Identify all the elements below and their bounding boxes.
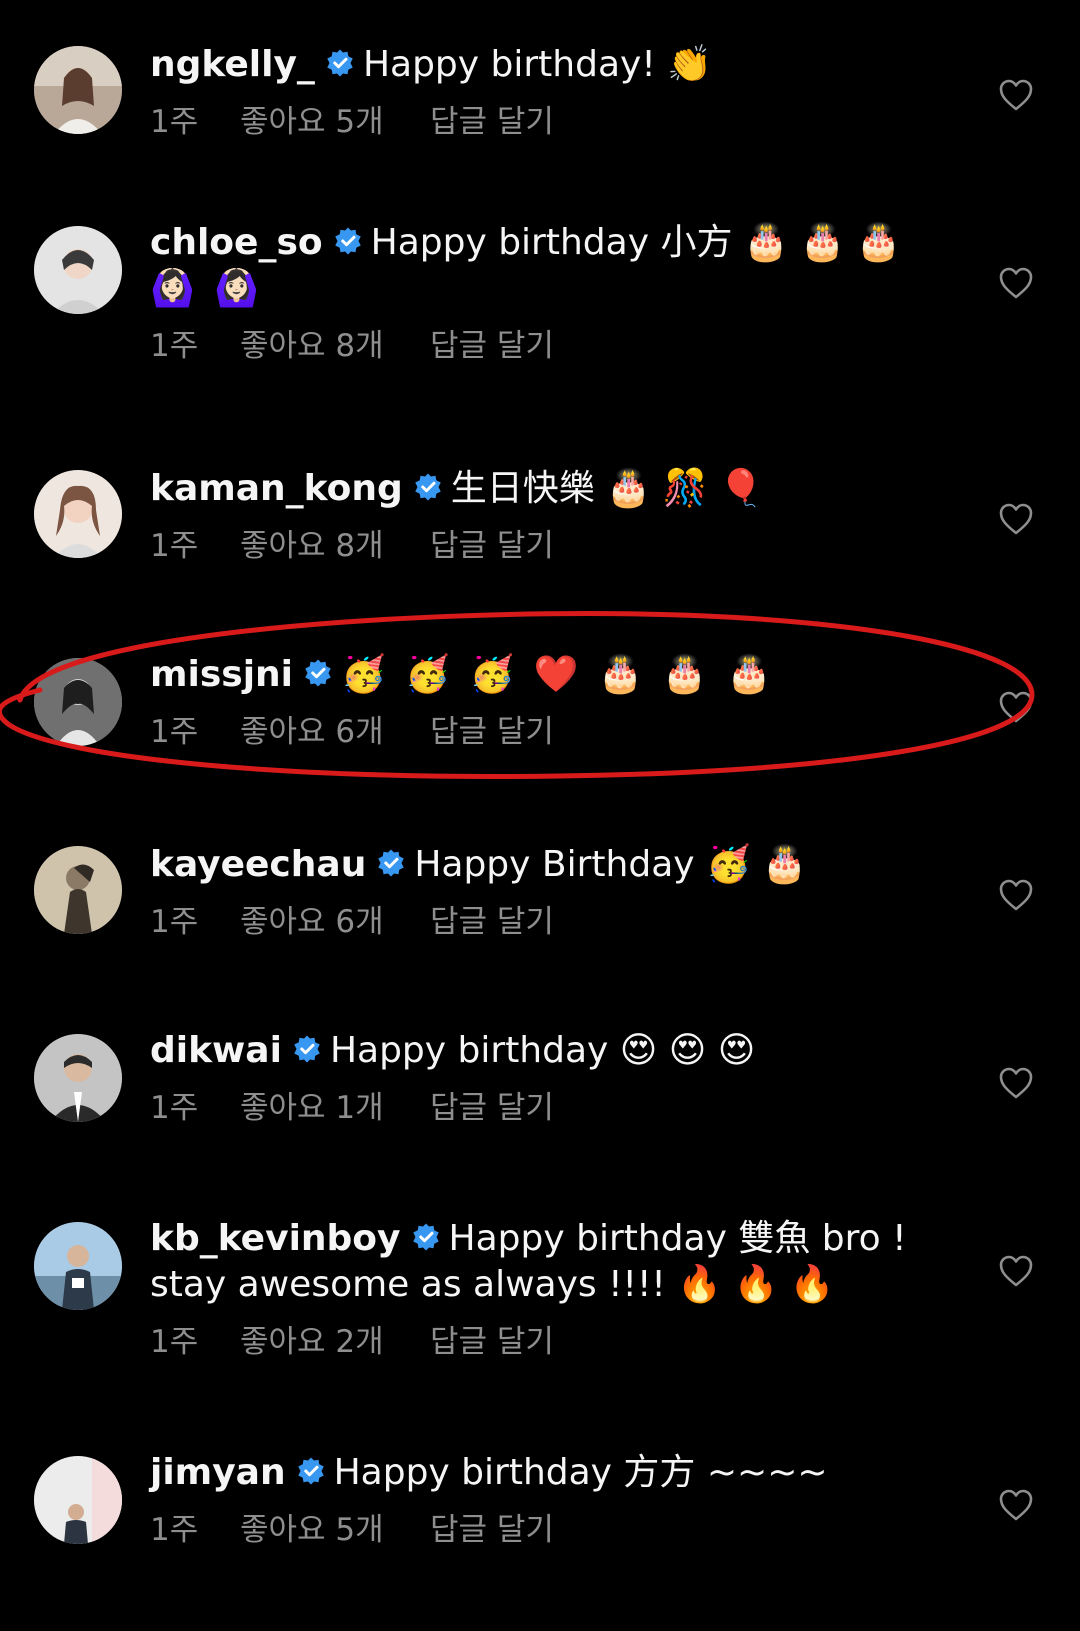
avatar-image bbox=[34, 846, 122, 934]
avatar-image bbox=[34, 226, 122, 314]
comment-body: ngkelly_ Happy birthday! 👏 1주 좋아요 5개 답글 달기 bbox=[150, 42, 920, 142]
like-count[interactable]: 좋아요 5개 bbox=[240, 102, 430, 142]
reply-button[interactable]: 답글 달기 bbox=[430, 902, 554, 942]
comment-time: 1주 bbox=[150, 1324, 199, 1360]
heart-outline-icon[interactable] bbox=[998, 266, 1034, 300]
verified-badge-icon bbox=[333, 226, 363, 256]
comment-text: Happy birthday 小方 🎂 🎂 🎂 bbox=[370, 222, 902, 263]
avatar[interactable] bbox=[34, 846, 122, 934]
like-count[interactable]: 좋아요 8개 bbox=[240, 526, 430, 566]
comment-time: 1주 bbox=[150, 328, 199, 364]
avatar[interactable] bbox=[34, 226, 122, 314]
comment-meta: 1주 좋아요 5개 답글 달기 bbox=[150, 1510, 920, 1550]
comment-time: 1주 bbox=[150, 528, 199, 564]
like-count[interactable]: 좋아요 5개 bbox=[240, 1510, 430, 1550]
avatar[interactable] bbox=[34, 470, 122, 558]
verified-badge-icon bbox=[413, 472, 443, 502]
avatar[interactable] bbox=[34, 1034, 122, 1122]
avatar-image bbox=[34, 470, 122, 558]
verified-badge-icon bbox=[292, 1034, 322, 1064]
comment-text: Happy Birthday 🥳 🎂 bbox=[414, 844, 808, 885]
avatar[interactable] bbox=[34, 1222, 122, 1310]
verified-badge-icon bbox=[325, 48, 355, 78]
comment-line: kayeechau Happy Birthday 🥳 🎂 bbox=[150, 842, 920, 888]
like-count[interactable]: 좋아요 6개 bbox=[240, 712, 430, 752]
comment-body: dikwai Happy birthday 😍 😍 😍 1주 좋아요 1개 답글 달기 bbox=[150, 1028, 920, 1128]
heart-outline-icon[interactable] bbox=[998, 1254, 1034, 1288]
comment-text: 🥳 🥳 🥳 ❤️ 🎂 🎂 🎂 bbox=[341, 654, 776, 695]
username[interactable]: kb_kevinboy bbox=[150, 1218, 401, 1259]
verified-badge-icon bbox=[303, 658, 333, 688]
like-count[interactable]: 좋아요 2개 bbox=[240, 1322, 430, 1362]
comment-body: kaman_kong 生日快樂 🎂 🎊 🎈 1주 좋아요 8개 답글 달기 bbox=[150, 466, 920, 566]
comment-meta: 1주 좋아요 6개 답글 달기 bbox=[150, 902, 920, 942]
username[interactable]: missjni bbox=[150, 654, 293, 695]
avatar-image bbox=[34, 1222, 122, 1310]
comment-time: 1주 bbox=[150, 714, 199, 750]
verified-badge-icon bbox=[376, 848, 406, 878]
avatar-image bbox=[34, 46, 122, 134]
comment-line: dikwai Happy birthday 😍 😍 😍 bbox=[150, 1028, 920, 1074]
heart-outline-icon[interactable] bbox=[998, 1066, 1034, 1100]
like-count[interactable]: 좋아요 8개 bbox=[240, 326, 430, 366]
comment-meta: 1주 좋아요 8개 답글 달기 bbox=[150, 326, 920, 366]
comment-line: missjni 🥳 🥳 🥳 ❤️ 🎂 🎂 🎂 bbox=[150, 652, 920, 698]
avatar[interactable] bbox=[34, 1456, 122, 1544]
username[interactable]: ngkelly_ bbox=[150, 44, 315, 85]
comment-meta: 1주 좋아요 8개 답글 달기 bbox=[150, 526, 920, 566]
comment-text: Happy birthday! 👏 bbox=[362, 44, 713, 85]
like-count[interactable]: 좋아요 6개 bbox=[240, 902, 430, 942]
avatar[interactable] bbox=[34, 46, 122, 134]
comment-text: Happy birthday 😍 😍 😍 bbox=[329, 1030, 756, 1071]
comment-text-continued: 🙆🏻‍♀️ 🙆🏻‍♀️ bbox=[150, 268, 264, 309]
comment-meta: 1주 좋아요 2개 답글 달기 bbox=[150, 1322, 920, 1362]
comments-list: ngkelly_ Happy birthday! 👏 1주 좋아요 5개 답글 달기 … bbox=[0, 0, 1080, 1631]
verified-badge-icon bbox=[296, 1456, 326, 1486]
comment-body: jimyan Happy birthday 方方 ~~~~ 1주 좋아요 5개 답글 … bbox=[150, 1450, 920, 1550]
comment-time: 1주 bbox=[150, 904, 199, 940]
avatar[interactable] bbox=[34, 658, 122, 746]
comment-meta: 1주 좋아요 6개 답글 달기 bbox=[150, 712, 920, 752]
comment-text: Happy birthday 雙魚 bro ! bbox=[448, 1218, 907, 1259]
username[interactable]: jimyan bbox=[150, 1452, 286, 1493]
like-count[interactable]: 좋아요 1개 bbox=[240, 1088, 430, 1128]
comment-line: jimyan Happy birthday 方方 ~~~~ bbox=[150, 1450, 920, 1496]
comment-body: chloe_so Happy birthday 小方 🎂 🎂 🎂 🙆🏻‍♀️ 🙆🏻… bbox=[150, 220, 920, 366]
username[interactable]: kaman_kong bbox=[150, 468, 403, 509]
comment-time: 1주 bbox=[150, 1512, 199, 1548]
heart-outline-icon[interactable] bbox=[998, 78, 1034, 112]
verified-badge-icon bbox=[411, 1222, 441, 1252]
comment-time: 1주 bbox=[150, 1090, 199, 1126]
comment-body: kayeechau Happy Birthday 🥳 🎂 1주 좋아요 6개 답글 달… bbox=[150, 842, 920, 942]
username[interactable]: chloe_so bbox=[150, 222, 323, 263]
comment-line: kb_kevinboy Happy birthday 雙魚 bro ! bbox=[150, 1216, 920, 1262]
username[interactable]: dikwai bbox=[150, 1030, 282, 1071]
comment-body: missjni 🥳 🥳 🥳 ❤️ 🎂 🎂 🎂 1주 좋아요 6개 답글 달기 bbox=[150, 652, 920, 752]
comment-text-continued: stay awesome as always !!!! 🔥 🔥 🔥 bbox=[150, 1264, 835, 1305]
reply-button[interactable]: 답글 달기 bbox=[430, 526, 554, 566]
heart-outline-icon[interactable] bbox=[998, 878, 1034, 912]
reply-button[interactable]: 답글 달기 bbox=[430, 1510, 554, 1550]
comment-line: kaman_kong 生日快樂 🎂 🎊 🎈 bbox=[150, 466, 920, 512]
avatar-image bbox=[34, 1456, 122, 1544]
comment-time: 1주 bbox=[150, 104, 199, 140]
reply-button[interactable]: 답글 달기 bbox=[430, 1088, 554, 1128]
avatar-image bbox=[34, 658, 122, 746]
comment-line: chloe_so Happy birthday 小方 🎂 🎂 🎂 bbox=[150, 220, 920, 266]
comment-line: ngkelly_ Happy birthday! 👏 bbox=[150, 42, 920, 88]
reply-button[interactable]: 답글 달기 bbox=[430, 102, 554, 142]
comment-body: kb_kevinboy Happy birthday 雙魚 bro ! stay … bbox=[150, 1216, 920, 1362]
comment-text: 生日快樂 🎂 🎊 🎈 bbox=[450, 468, 764, 509]
heart-outline-icon[interactable] bbox=[998, 690, 1034, 724]
reply-button[interactable]: 답글 달기 bbox=[430, 1322, 554, 1362]
comment-meta: 1주 좋아요 1개 답글 달기 bbox=[150, 1088, 920, 1128]
reply-button[interactable]: 답글 달기 bbox=[430, 326, 554, 366]
heart-outline-icon[interactable] bbox=[998, 502, 1034, 536]
comment-text: Happy birthday 方方 ~~~~ bbox=[333, 1452, 828, 1493]
comment-meta: 1주 좋아요 5개 답글 달기 bbox=[150, 102, 920, 142]
reply-button[interactable]: 답글 달기 bbox=[430, 712, 554, 752]
avatar-image bbox=[34, 1034, 122, 1122]
heart-outline-icon[interactable] bbox=[998, 1488, 1034, 1522]
username[interactable]: kayeechau bbox=[150, 844, 366, 885]
